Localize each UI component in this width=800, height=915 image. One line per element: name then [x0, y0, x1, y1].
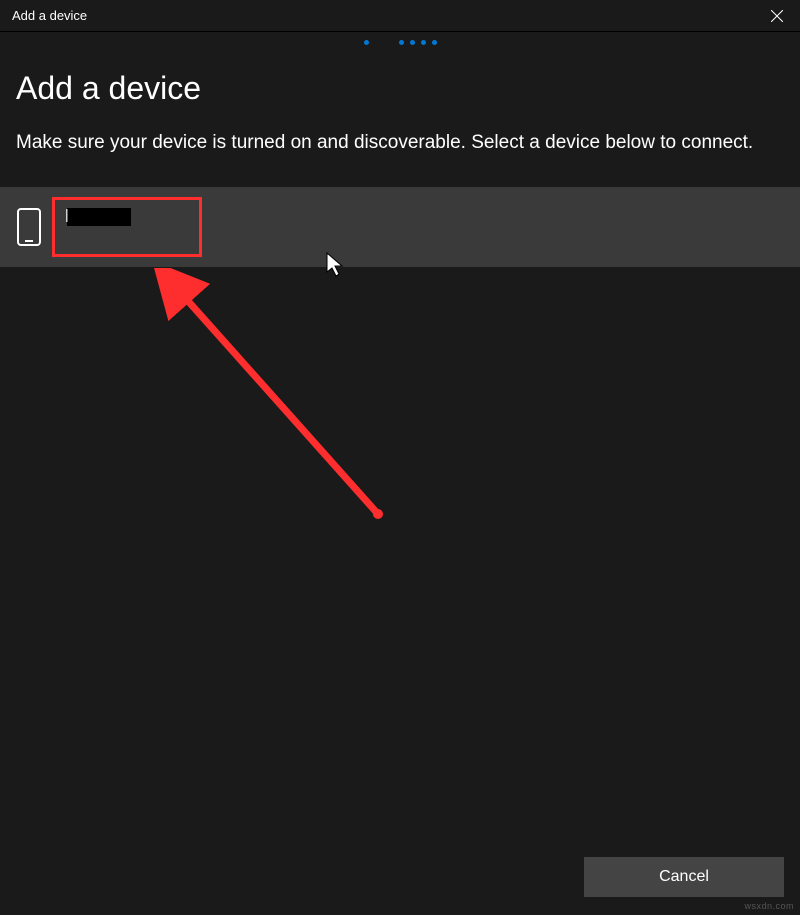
page-subheading: Make sure your device is turned on and d… [16, 129, 784, 157]
device-list-item[interactable] [0, 187, 800, 267]
window-title: Add a device [12, 8, 87, 23]
annotation-highlight-box [52, 197, 202, 257]
cancel-button[interactable]: Cancel [584, 857, 784, 897]
annotation-arrow [120, 268, 400, 538]
progress-dot-icon [399, 40, 404, 45]
progress-dot-icon [410, 40, 415, 45]
titlebar: Add a device [0, 0, 800, 32]
dialog-content: Add a device Make sure your device is tu… [0, 52, 800, 157]
dialog-footer: Cancel [584, 857, 784, 897]
page-title: Add a device [16, 70, 784, 107]
progress-dot-icon [432, 40, 437, 45]
device-list [0, 187, 800, 267]
device-name-redacted [67, 208, 131, 226]
watermark-text: wsxdn.com [744, 901, 794, 911]
phone-icon [16, 207, 42, 247]
close-icon [771, 10, 783, 22]
close-button[interactable] [754, 0, 800, 32]
progress-dot-icon [364, 40, 369, 45]
progress-indicator [0, 32, 800, 52]
progress-dot-icon [421, 40, 426, 45]
